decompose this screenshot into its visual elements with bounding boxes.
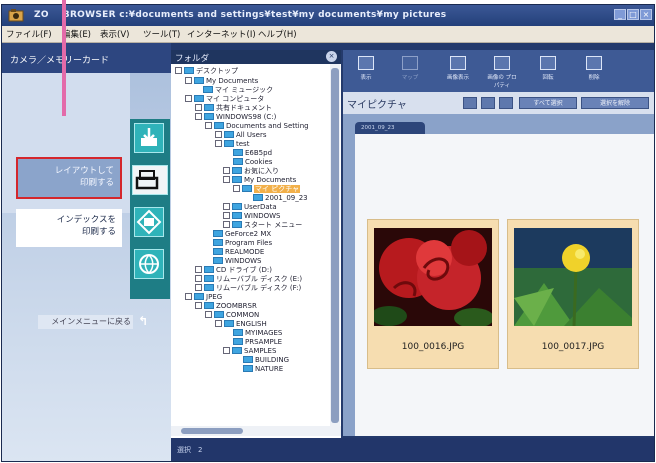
menu-bar: ファイル(F) 編集(E) 表示(V) ツール(T) インターネット(I) ヘル… [2, 26, 654, 43]
current-folder-title: マイピクチャ [347, 100, 407, 111]
main-menu-link[interactable]: メインメニューに戻る [38, 315, 133, 329]
image-properties-button[interactable]: 画像の プロパティ [487, 54, 517, 89]
app-window: ZO BROWSER c:¥documents and settings¥test… [1, 4, 655, 462]
layout-print-line2: 印刷する [79, 178, 114, 188]
import-task-icon[interactable] [134, 123, 164, 153]
panel-header-label: カメラ／メモリーカード [10, 56, 110, 66]
thumbnail-caption: 100_0016.JPG [401, 342, 465, 352]
panel-header: カメラ／メモリーカード [2, 43, 171, 73]
sort-icon[interactable] [481, 97, 495, 109]
app-icon [8, 9, 24, 22]
window-title: ZO BROWSER c:¥documents and settings¥test… [34, 10, 447, 20]
close-panel-icon[interactable]: × [326, 51, 337, 62]
filter-icon[interactable] [499, 97, 513, 109]
folder-vertical-scrollbar[interactable] [330, 64, 340, 426]
folder-panel: フォルダ × デスクトップ My Documents マイ ミュージック マイ … [171, 50, 341, 438]
folder-tree: デスクトップ My Documents マイ ミュージック マイ コンピュータ … [171, 64, 329, 424]
thumbnail-area: 2001_09_23 100_0016.JPG 100_0017.JPG [343, 114, 654, 436]
tree-node[interactable]: NATURE [243, 364, 283, 374]
path-bar: マイピクチャ すべて選択 選択を解除 [343, 92, 654, 114]
thumbnail-card[interactable]: 100_0017.JPG [507, 219, 639, 369]
layout-print-button[interactable]: レイアウトして 印刷する [16, 157, 122, 199]
toolbar: 表示 マップ 画像表示 画像の プロパティ 回転 削除 [343, 50, 654, 92]
thumbnail-size-icon[interactable] [463, 97, 477, 109]
clear-selection-button[interactable]: 選択を解除 [581, 97, 649, 109]
folder-horizontal-scrollbar[interactable] [171, 426, 341, 436]
menu-tools[interactable]: ツール(T) [143, 28, 180, 40]
print-task-icon[interactable] [132, 165, 168, 195]
back-arrow-icon[interactable]: ↰ [138, 314, 148, 328]
task-icon-column [130, 119, 170, 299]
menu-help[interactable]: ヘルプ(H) [258, 28, 297, 40]
title-bar: ZO BROWSER c:¥documents and settings¥test… [2, 5, 654, 26]
email-task-icon[interactable] [134, 207, 164, 237]
browser-pane: 表示 マップ 画像表示 画像の プロパティ 回転 削除 マイピクチャ すべて選択… [343, 50, 654, 436]
status-bar: 選択 2 [171, 438, 654, 460]
map-button[interactable]: マップ [395, 54, 425, 88]
folder-panel-title: フォルダ [175, 54, 210, 64]
close-button[interactable]: × [640, 9, 652, 20]
thumbnail-grid: 100_0016.JPG 100_0017.JPG [355, 134, 654, 436]
rotate-button[interactable]: 回転 [533, 54, 563, 88]
index-print-button[interactable]: インデックスを 印刷する [16, 209, 122, 247]
menu-view[interactable]: 表示(V) [100, 28, 129, 40]
view-button[interactable]: 表示 [351, 54, 381, 88]
select-all-button[interactable]: すべて選択 [519, 97, 577, 109]
thumbnail-caption: 100_0017.JPG [541, 342, 605, 352]
scroll-thumb[interactable] [331, 68, 339, 423]
minimize-button[interactable]: _ [614, 9, 626, 20]
maximize-button[interactable]: □ [627, 9, 639, 20]
status-text: 選択 2 [177, 446, 203, 454]
flower-photo [514, 228, 632, 326]
folder-panel-header: フォルダ × [171, 50, 341, 64]
folder-tab[interactable]: 2001_09_23 [355, 122, 425, 134]
web-task-icon[interactable] [134, 249, 164, 279]
rose-photo [374, 228, 492, 326]
menu-internet[interactable]: インターネット(I) [187, 28, 256, 40]
index-print-line1: インデックスを [56, 215, 116, 225]
left-panel: カメラ／メモリーカード レイアウトして 印刷する インデックスを 印刷する メイ… [2, 43, 171, 461]
delete-button[interactable]: 削除 [579, 54, 609, 88]
index-print-line2: 印刷する [81, 227, 116, 237]
layout-print-line1: レイアウトして [54, 166, 114, 176]
thumbnail-card[interactable]: 100_0016.JPG [367, 219, 499, 369]
image-view-button[interactable]: 画像表示 [443, 54, 473, 88]
callout-pointer [62, 0, 66, 116]
scroll-thumb[interactable] [181, 428, 243, 434]
menu-file[interactable]: ファイル(F) [6, 28, 52, 40]
tree-node[interactable]: デスクトップ [175, 66, 238, 76]
menu-edit[interactable]: 編集(E) [62, 28, 91, 40]
